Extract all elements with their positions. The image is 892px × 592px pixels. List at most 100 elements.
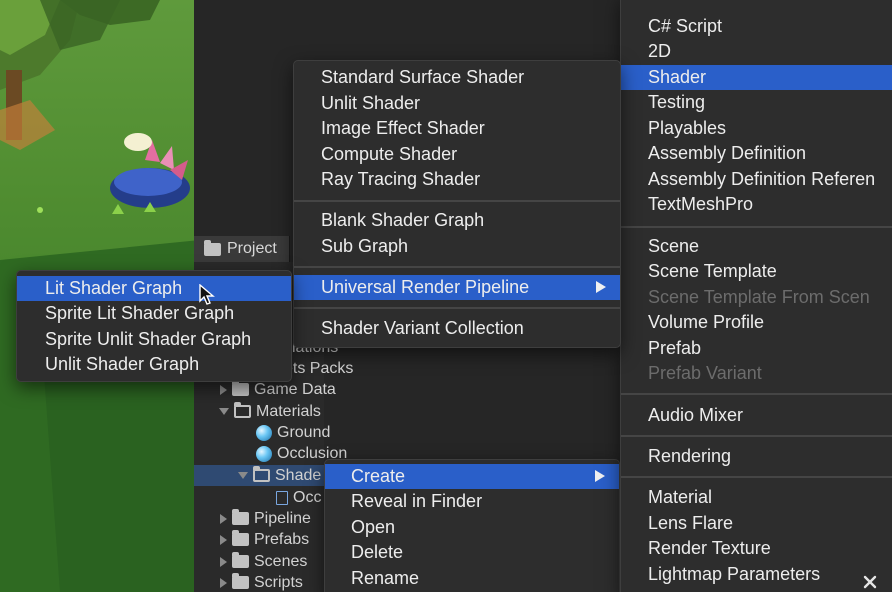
menu-item-scene-template[interactable]: Scene Template xyxy=(621,259,892,284)
menu-item-lightmap-parameters[interactable]: Lightmap Parameters xyxy=(621,562,892,587)
menu-item-shader-variant-collection[interactable]: Shader Variant Collection xyxy=(294,316,620,341)
tree-item-pipeline[interactable]: Pipeline xyxy=(220,508,311,529)
shader-submenu: Standard Surface Shader Unlit Shader Ima… xyxy=(293,60,621,348)
chevron-right-icon[interactable] xyxy=(220,577,227,588)
submenu-arrow-icon xyxy=(595,470,605,482)
menu-separator xyxy=(621,476,892,478)
tree-item-prefabs[interactable]: Prefabs xyxy=(220,529,309,550)
menu-item-label: Material xyxy=(648,487,713,507)
chevron-right-icon[interactable] xyxy=(220,534,227,545)
menu-item-scene-template-from-scene: Scene Template From Scen xyxy=(621,285,892,310)
tree-item-ground[interactable]: Ground xyxy=(256,422,330,443)
menu-item-label: Lightmap Parameters xyxy=(648,564,821,584)
menu-item-prefab[interactable]: Prefab xyxy=(621,336,892,361)
chevron-right-icon[interactable] xyxy=(220,556,227,567)
menu-item-label: Sub Graph xyxy=(321,236,409,256)
chevron-down-icon[interactable] xyxy=(238,472,248,479)
chevron-down-icon[interactable] xyxy=(219,408,229,415)
menu-item-label: Lit Shader Graph xyxy=(45,278,183,298)
menu-item-label: Compute Shader xyxy=(321,144,458,164)
menu-item-label: Reveal in Finder xyxy=(351,491,483,511)
menu-item-assembly-definition-reference[interactable]: Assembly Definition Referen xyxy=(621,167,892,192)
menu-item-create[interactable]: Create xyxy=(325,464,619,489)
menu-separator xyxy=(621,393,892,395)
menu-item-label: Scene xyxy=(648,236,700,256)
menu-item-universal-render-pipeline[interactable]: Universal Render Pipeline xyxy=(294,275,620,300)
menu-item-unlit-shader-graph[interactable]: Unlit Shader Graph xyxy=(17,352,291,377)
menu-item-2d[interactable]: 2D xyxy=(621,39,892,64)
urp-submenu: Lit Shader Graph Sprite Lit Shader Graph… xyxy=(16,270,292,382)
tree-item-label: Shade xyxy=(275,466,322,484)
tree-item-occ-shader[interactable]: Occ xyxy=(276,487,321,508)
menu-item-standard-surface-shader[interactable]: Standard Surface Shader xyxy=(294,65,620,90)
tree-item-label: Pipeline xyxy=(254,509,311,527)
folder-open-icon xyxy=(234,402,251,418)
menu-item-blank-shader-graph[interactable]: Blank Shader Graph xyxy=(294,208,620,233)
menu-item-lit-shader-graph[interactable]: Lit Shader Graph xyxy=(17,276,291,301)
tree-item[interactable]: ets Packs xyxy=(284,358,353,379)
menu-item-label: Testing xyxy=(648,92,706,112)
material-icon xyxy=(256,445,272,462)
menu-item-label: C# Script xyxy=(648,16,723,36)
menu-item-lens-flare[interactable]: Lens Flare xyxy=(621,511,892,536)
menu-item-label: Standard Surface Shader xyxy=(321,67,525,87)
menu-item-csharp-script[interactable]: C# Script xyxy=(621,14,892,39)
tree-item-label: Scripts xyxy=(254,573,303,591)
menu-item-label: TextMeshPro xyxy=(648,194,754,214)
tree-item-materials[interactable]: Materials xyxy=(219,401,321,422)
menu-item-unlit-shader[interactable]: Unlit Shader xyxy=(294,91,620,116)
menu-item-sprite-lit-shader-graph[interactable]: Sprite Lit Shader Graph xyxy=(17,301,291,326)
folder-open-icon xyxy=(253,466,270,482)
menu-item-shader[interactable]: Shader xyxy=(621,65,892,90)
tree-item-shaders[interactable]: Shade xyxy=(238,465,321,486)
menu-item-label: Render Texture xyxy=(648,538,771,558)
menu-item-label: Ray Tracing Shader xyxy=(321,169,481,189)
tab-project[interactable]: Project xyxy=(194,236,290,262)
context-menu: Create Reveal in Finder Open Delete Rena… xyxy=(324,459,620,592)
menu-item-reveal-in-finder[interactable]: Reveal in Finder xyxy=(325,489,619,514)
menu-item-sprite-unlit-shader-graph[interactable]: Sprite Unlit Shader Graph xyxy=(17,327,291,352)
menu-item-textmeshpro[interactable]: TextMeshPro xyxy=(621,192,892,217)
menu-item-label: Assembly Definition xyxy=(648,143,807,163)
menu-item-ray-tracing-shader[interactable]: Ray Tracing Shader xyxy=(294,167,620,192)
material-icon xyxy=(256,424,272,441)
tree-item-scripts[interactable]: Scripts xyxy=(220,572,303,592)
menu-item-label: Shader Variant Collection xyxy=(321,318,524,338)
close-icon[interactable] xyxy=(862,574,878,590)
menu-separator xyxy=(294,266,620,268)
menu-item-label: Scene Template From Scen xyxy=(648,287,870,307)
menu-item-audio-mixer[interactable]: Audio Mixer xyxy=(621,403,892,428)
tree-item-label: ets Packs xyxy=(284,359,354,377)
menu-item-assembly-definition[interactable]: Assembly Definition xyxy=(621,141,892,166)
menu-item-playables[interactable]: Playables xyxy=(621,116,892,141)
tree-item-label: Prefabs xyxy=(254,530,310,548)
menu-item-compute-shader[interactable]: Compute Shader xyxy=(294,142,620,167)
menu-item-label: Lens Flare xyxy=(648,513,734,533)
menu-item-render-texture[interactable]: Render Texture xyxy=(621,536,892,561)
menu-item-delete[interactable]: Delete xyxy=(325,540,619,565)
menu-item-label: Universal Render Pipeline xyxy=(321,277,530,297)
chevron-right-icon[interactable] xyxy=(220,384,227,395)
menu-item-label: Playables xyxy=(648,118,727,138)
menu-item-label: Shader xyxy=(648,67,707,87)
menu-item-testing[interactable]: Testing xyxy=(621,90,892,115)
folder-icon xyxy=(232,573,249,589)
menu-item-label: Rename xyxy=(351,568,420,588)
chevron-right-icon[interactable] xyxy=(220,513,227,524)
menu-item-label: Scene Template xyxy=(648,261,777,281)
menu-item-sub-graph[interactable]: Sub Graph xyxy=(294,234,620,259)
menu-item-rename[interactable]: Rename xyxy=(325,566,619,591)
menu-item-label: 2D xyxy=(648,41,672,61)
tree-item-game-data[interactable]: Game Data xyxy=(220,379,336,400)
menu-item-rendering[interactable]: Rendering xyxy=(621,444,892,469)
menu-item-label: Sprite Unlit Shader Graph xyxy=(45,329,252,349)
menu-separator xyxy=(294,200,620,202)
menu-item-material[interactable]: Material xyxy=(621,485,892,510)
menu-item-label: Sprite Lit Shader Graph xyxy=(45,303,235,323)
menu-item-scene[interactable]: Scene xyxy=(621,234,892,259)
tree-item-scenes[interactable]: Scenes xyxy=(220,551,307,572)
menu-item-label: Image Effect Shader xyxy=(321,118,485,138)
menu-item-volume-profile[interactable]: Volume Profile xyxy=(621,310,892,335)
menu-item-open[interactable]: Open xyxy=(325,515,619,540)
menu-item-image-effect-shader[interactable]: Image Effect Shader xyxy=(294,116,620,141)
